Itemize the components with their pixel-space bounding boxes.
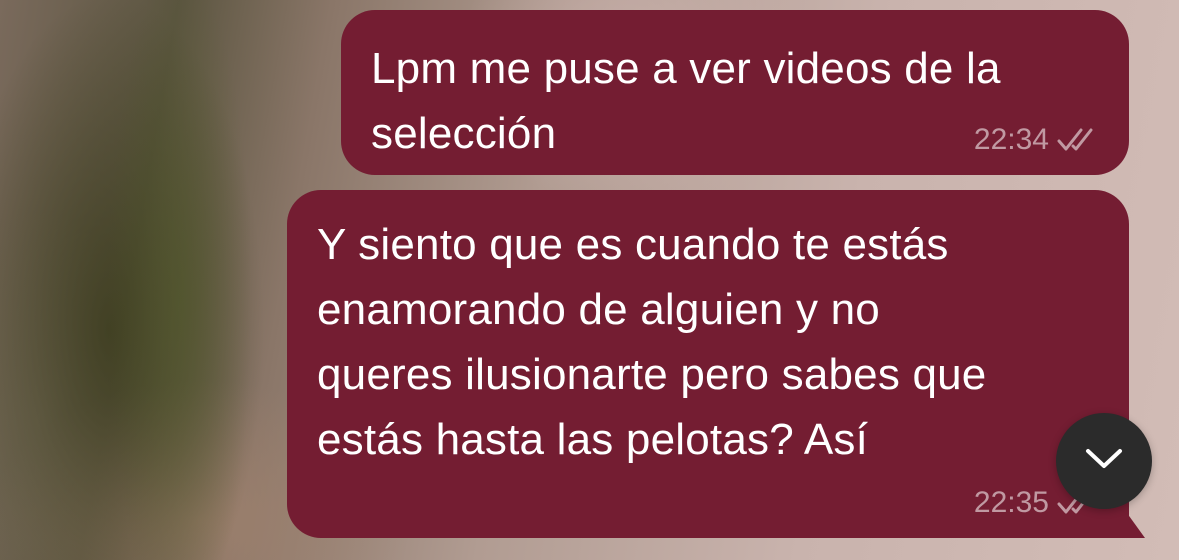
message-time: 22:34 <box>973 123 1049 156</box>
outgoing-message-bubble[interactable]: Lpm me puse a ver videos de la selección… <box>341 10 1129 175</box>
message-meta: 22:34 <box>974 123 1101 157</box>
chevron-down-icon <box>1085 448 1123 475</box>
double-check-icon <box>1057 127 1101 153</box>
message-text: Y siento que es cuando te estás enamoran… <box>317 220 987 464</box>
outgoing-message-bubble[interactable]: Y siento que es cuando te estás enamoran… <box>287 190 1145 538</box>
message-time: 22:35 <box>973 486 1049 519</box>
scroll-to-bottom-button[interactable] <box>1056 413 1152 509</box>
